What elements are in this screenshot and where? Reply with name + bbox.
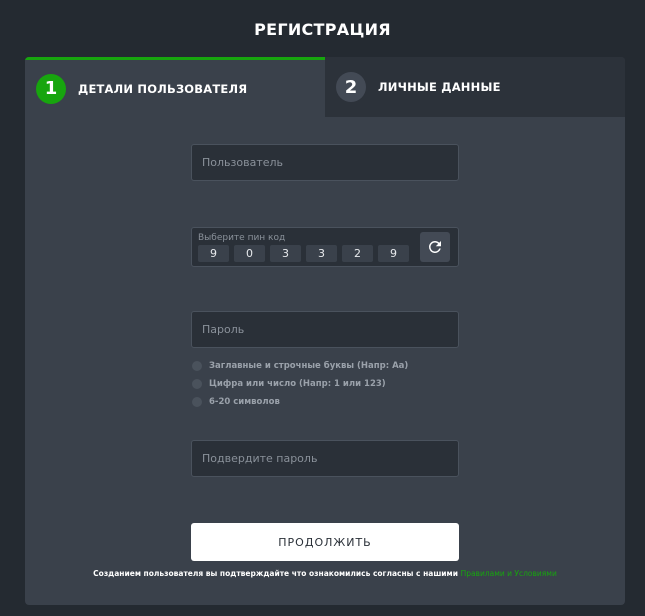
refresh-icon [428, 240, 441, 253]
confirm-password-field [191, 440, 459, 477]
step-number-2: 2 [336, 72, 366, 102]
terms-link[interactable]: Правилами и Условиями [461, 569, 557, 578]
password-input[interactable] [192, 312, 458, 347]
username-field [191, 144, 459, 181]
rule-status-dot-icon [192, 397, 202, 407]
page-title: РЕГИСТРАЦИЯ [254, 20, 391, 39]
pin-digit: 0 [234, 245, 265, 262]
pin-digit: 3 [306, 245, 337, 262]
password-rule: Заглавные и строчные буквы (Напр: Aa) [192, 357, 408, 375]
continue-button[interactable]: ПРОДОЛЖИТЬ [191, 523, 459, 561]
terms-notice: Созданием пользователя вы подтверждайте … [25, 569, 625, 578]
step-tabs: 1 ДЕТАЛИ ПОЛЬЗОВАТЕЛЯ 2 ЛИЧНЫЕ ДАННЫЕ [25, 57, 625, 117]
tab-user-details-label: ДЕТАЛИ ПОЛЬЗОВАТЕЛЯ [78, 81, 248, 96]
username-input[interactable] [192, 145, 458, 180]
rule-text: 6-20 символов [209, 397, 280, 407]
pin-digit: 9 [378, 245, 409, 262]
pin-digits: 9 0 3 3 2 9 [198, 245, 409, 262]
tab-personal-data-label: ЛИЧНЫЕ ДАННЫЕ [378, 80, 501, 94]
pin-label: Выберите пин код [198, 233, 286, 243]
pin-digit: 2 [342, 245, 373, 262]
password-field [191, 311, 459, 348]
password-rules: Заглавные и строчные буквы (Напр: Aa) Ци… [192, 357, 408, 411]
confirm-password-input[interactable] [192, 441, 458, 476]
rule-status-dot-icon [192, 361, 202, 371]
password-rule: Цифра или число (Напр: 1 или 123) [192, 375, 408, 393]
pin-digit: 3 [270, 245, 301, 262]
tab-personal-data[interactable]: 2 ЛИЧНЫЕ ДАННЫЕ [325, 57, 625, 117]
rule-text: Цифра или число (Напр: 1 или 123) [209, 379, 386, 389]
tab-user-details[interactable]: 1 ДЕТАЛИ ПОЛЬЗОВАТЕЛЯ [25, 57, 325, 117]
rule-text: Заглавные и строчные буквы (Напр: Aa) [209, 361, 409, 371]
step-number-1: 1 [36, 73, 66, 104]
registration-card: 1 ДЕТАЛИ ПОЛЬЗОВАТЕЛЯ 2 ЛИЧНЫЕ ДАННЫЕ Вы… [25, 57, 625, 605]
terms-text: Созданием пользователя вы подтверждайте … [93, 569, 461, 578]
password-rule: 6-20 символов [192, 393, 408, 411]
pin-digit: 9 [198, 245, 229, 262]
refresh-pin-button[interactable] [420, 232, 450, 262]
pin-code-field: Выберите пин код 9 0 3 3 2 9 [191, 227, 459, 267]
rule-status-dot-icon [192, 379, 202, 389]
